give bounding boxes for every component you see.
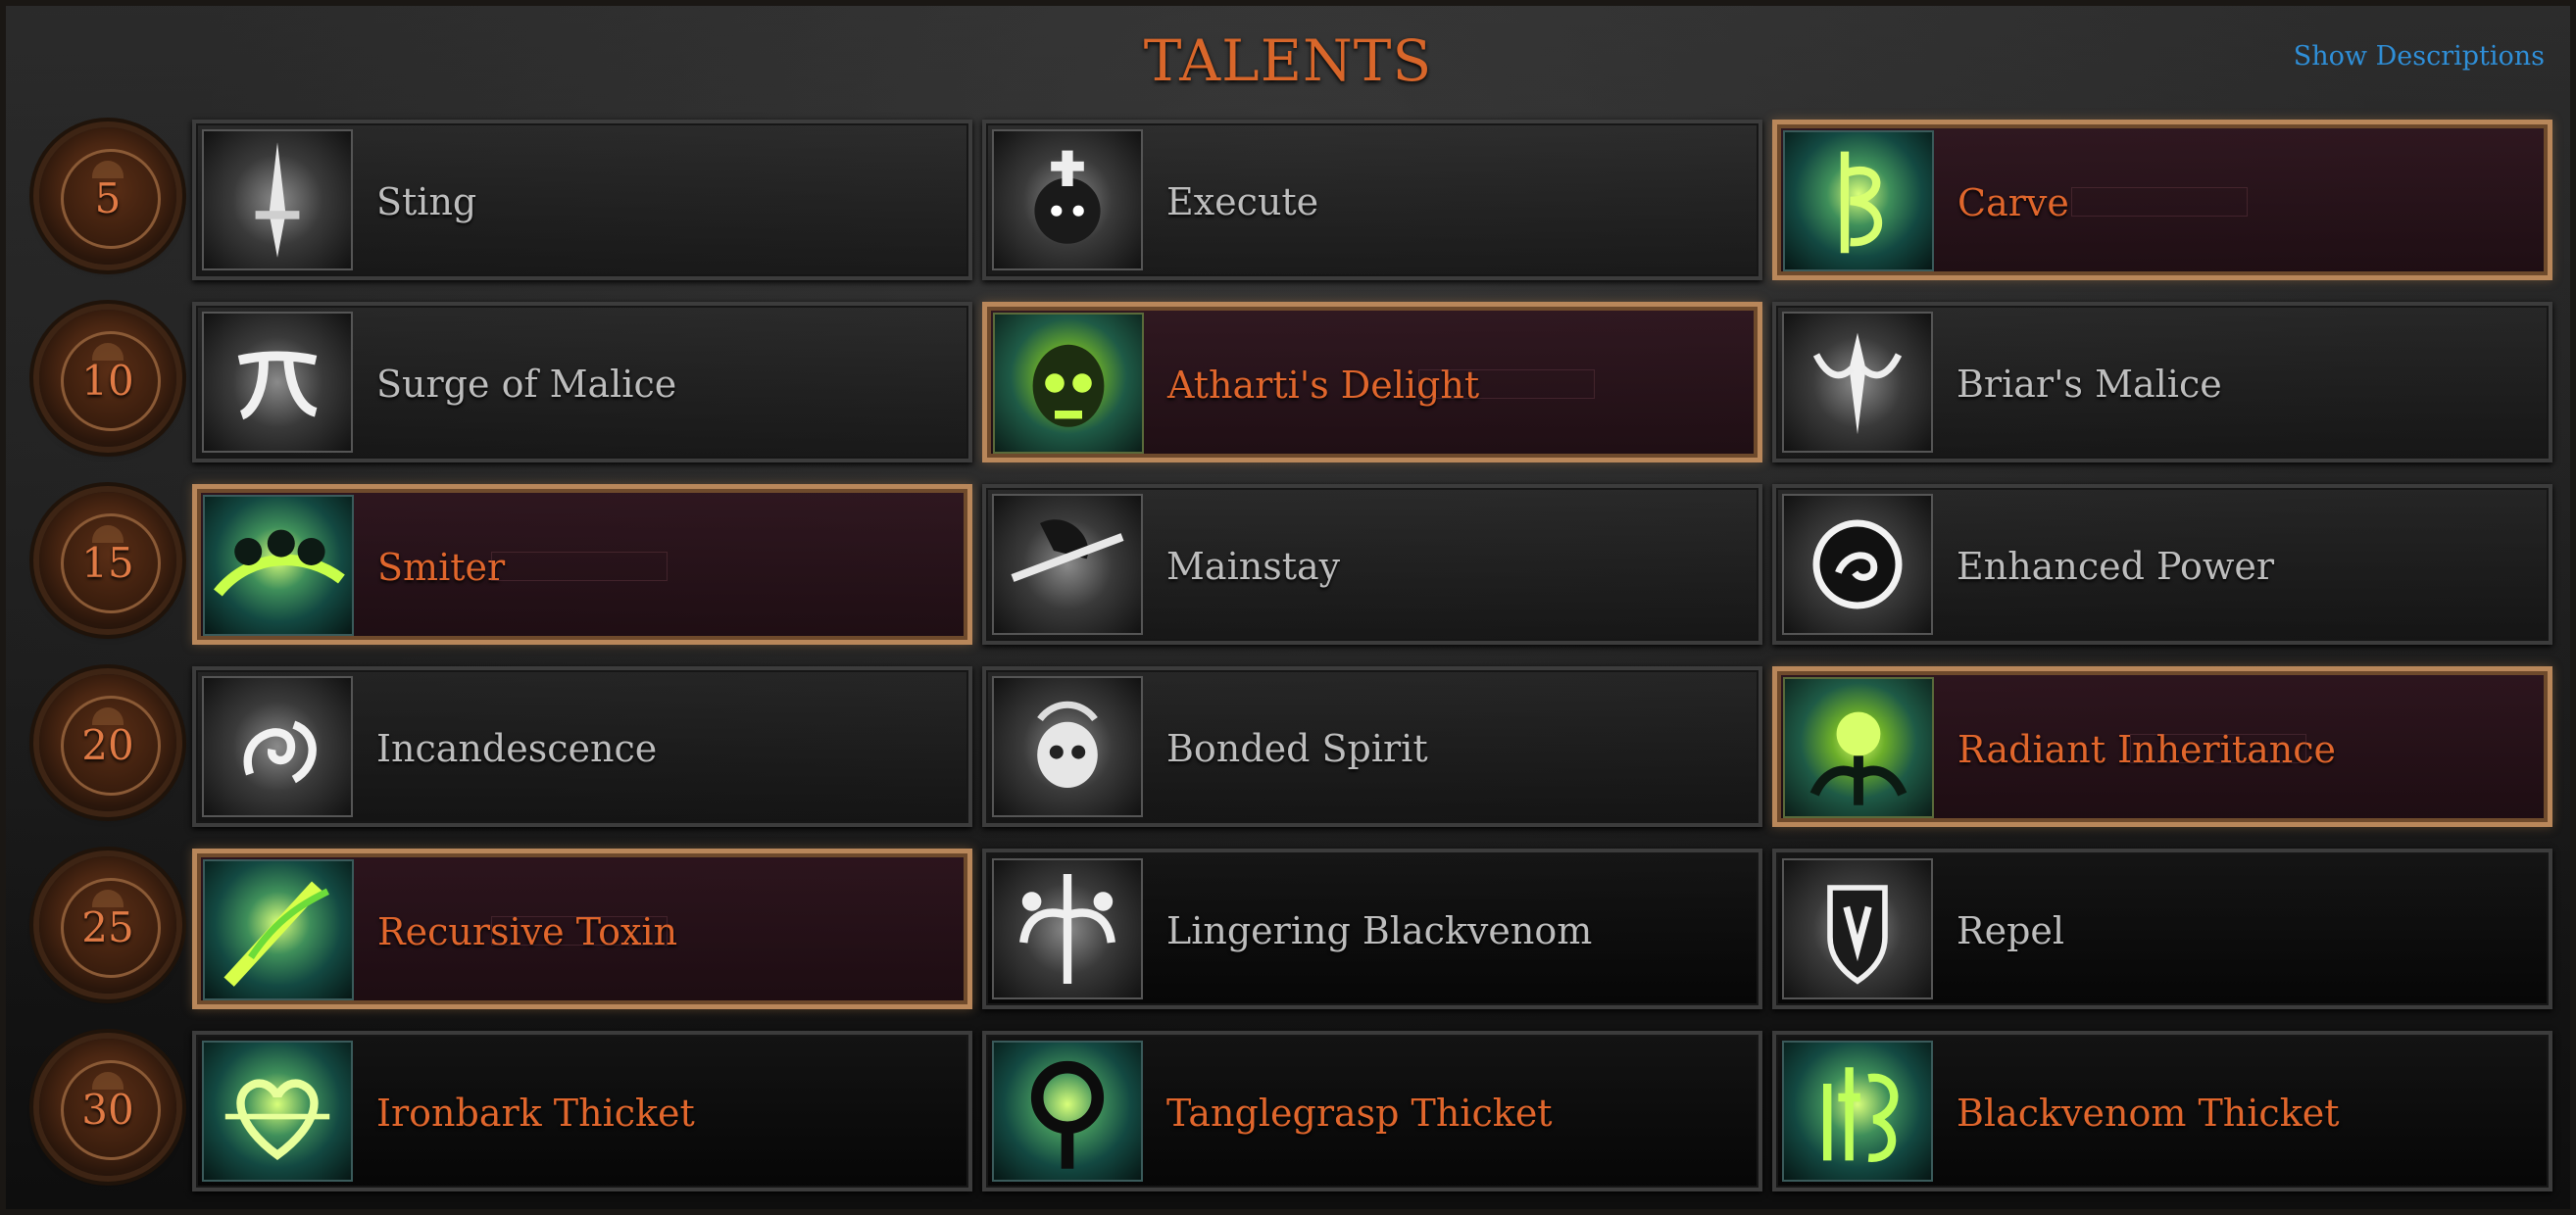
level-number: 5 [94, 174, 122, 222]
level-number: 30 [81, 1086, 134, 1134]
talent-row-level-25: 25 Recursive Toxin Lingering Blackvenom … [6, 843, 2576, 1009]
tanglegrasp-thicket-icon [992, 1041, 1143, 1182]
athartis-delight-icon [993, 313, 1144, 454]
talent-card-briars-malice[interactable]: Briar's Malice [1772, 302, 2552, 462]
smiter-icon [203, 495, 354, 636]
talent-row-level-20: 20 Incandescence Bonded Spirit Radiant I… [6, 660, 2576, 827]
level-badge: 10 [39, 310, 176, 447]
talent-name: Incandescence [376, 727, 658, 770]
talent-row-level-30: 30 Ironbark Thicket Tanglegrasp Thicket … [6, 1025, 2576, 1191]
bonded-spirit-icon [992, 676, 1143, 817]
talent-card-athartis-delight[interactable]: Atharti's Delight [982, 302, 1762, 462]
talent-card-repel[interactable]: Repel [1772, 849, 2552, 1009]
talent-card-smiter[interactable]: Smiter [192, 484, 972, 645]
level-badge: 5 [39, 127, 176, 265]
talent-row-level-5: 5 Sting Execute Carve [6, 114, 2576, 280]
level-number: 25 [81, 903, 134, 951]
level-badge: 15 [39, 492, 176, 629]
talent-card-mainstay[interactable]: Mainstay [982, 484, 1762, 645]
talent-name: Tanglegrasp Thicket [1166, 1092, 1553, 1135]
level-number: 10 [81, 357, 134, 405]
radiant-inheritance-icon [1783, 677, 1934, 818]
talent-name: Carve [1957, 181, 2069, 224]
carve-icon [1783, 130, 1934, 271]
name-highlight-box [491, 916, 668, 946]
talent-card-radiant-inheritance[interactable]: Radiant Inheritance [1772, 666, 2552, 827]
show-descriptions-link[interactable]: Show Descriptions [2294, 41, 2545, 72]
talent-name: Smiter [377, 546, 506, 589]
lingering-blackvenom-icon [992, 858, 1143, 999]
recursive-toxin-icon [203, 859, 354, 1000]
execute-icon [992, 129, 1143, 270]
talent-name: Execute [1166, 180, 1319, 223]
talent-name: Ironbark Thicket [376, 1092, 695, 1135]
briars-malice-icon [1782, 312, 1933, 453]
surge-of-malice-icon [202, 312, 353, 453]
repel-icon [1782, 858, 1933, 999]
talent-card-lingering-blackvenom[interactable]: Lingering Blackvenom [982, 849, 1762, 1009]
name-highlight-box [491, 552, 668, 581]
sting-icon [202, 129, 353, 270]
talent-card-sting[interactable]: Sting [192, 120, 972, 280]
talent-card-surge-of-malice[interactable]: Surge of Malice [192, 302, 972, 462]
talent-card-tanglegrasp-thicket[interactable]: Tanglegrasp Thicket [982, 1031, 1762, 1191]
talent-card-carve[interactable]: Carve [1772, 120, 2552, 280]
talent-name: Briar's Malice [1957, 363, 2222, 406]
talent-name: Enhanced Power [1957, 545, 2275, 588]
level-badge: 30 [39, 1039, 176, 1176]
level-number: 15 [81, 539, 134, 587]
ironbark-thicket-icon [202, 1041, 353, 1182]
talent-name: Surge of Malice [376, 363, 677, 406]
talent-card-bonded-spirit[interactable]: Bonded Spirit [982, 666, 1762, 827]
incandescence-icon [202, 676, 353, 817]
mainstay-icon [992, 494, 1143, 635]
talent-card-execute[interactable]: Execute [982, 120, 1762, 280]
talent-card-recursive-toxin[interactable]: Recursive Toxin [192, 849, 972, 1009]
enhanced-power-icon [1782, 494, 1933, 635]
talent-name: Mainstay [1166, 545, 1341, 588]
talent-name: Sting [376, 180, 477, 223]
name-highlight-box [2130, 734, 2306, 763]
talent-card-blackvenom-thicket[interactable]: Blackvenom Thicket [1772, 1031, 2552, 1191]
talent-name: Blackvenom Thicket [1957, 1092, 2340, 1135]
talent-card-ironbark-thicket[interactable]: Ironbark Thicket [192, 1031, 972, 1191]
talent-card-enhanced-power[interactable]: Enhanced Power [1772, 484, 2552, 645]
talent-row-level-15: 15 Smiter Mainstay Enhanced Power [6, 478, 2576, 645]
name-highlight-box [2071, 187, 2248, 217]
talent-name: Repel [1957, 909, 2065, 952]
talent-name: Bonded Spirit [1166, 727, 1428, 770]
talents-panel: TALENTS Show Descriptions 5 Sting Execut… [0, 0, 2576, 1215]
talent-row-level-10: 10 Surge of Malice Atharti's Delight Bri… [6, 296, 2576, 462]
level-badge: 20 [39, 674, 176, 811]
talent-card-incandescence[interactable]: Incandescence [192, 666, 972, 827]
level-badge: 25 [39, 856, 176, 994]
level-number: 20 [81, 721, 134, 769]
talent-name: Lingering Blackvenom [1166, 909, 1593, 952]
blackvenom-thicket-icon [1782, 1041, 1933, 1182]
page-title: TALENTS [1143, 27, 1433, 94]
name-highlight-box [1418, 369, 1595, 399]
